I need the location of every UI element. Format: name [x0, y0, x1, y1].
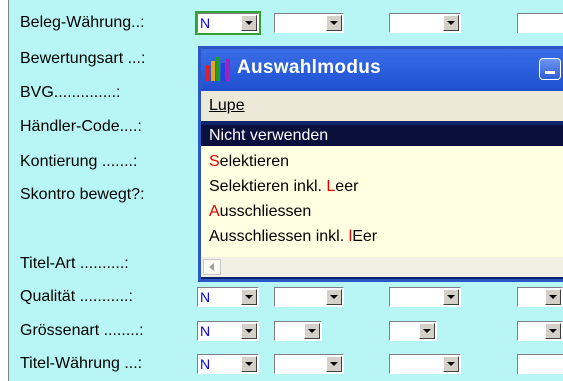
menu-lupe-label: Lupe: [209, 97, 245, 114]
minimize-button[interactable]: [539, 58, 561, 80]
groessenart-combo-3[interactable]: [389, 321, 437, 341]
dropdown-arrow-icon[interactable]: [443, 289, 459, 305]
dropdown-arrow-icon[interactable]: [241, 356, 257, 372]
dropdown-arrow-icon[interactable]: [443, 15, 459, 31]
app-icon: [206, 57, 230, 81]
option-label: elektieren: [219, 153, 290, 170]
titel-waehrung-combo-2[interactable]: [274, 354, 344, 374]
titel-waehrung-combo-3[interactable]: [389, 354, 461, 374]
popup-title: Auswahlmodus: [237, 57, 382, 78]
option-selektieren[interactable]: Selektieren: [201, 151, 563, 172]
titel-waehrung-field-4[interactable]: [517, 354, 563, 374]
dropdown-arrow-icon[interactable]: [241, 289, 257, 305]
option-label-end: Eer: [352, 228, 378, 245]
groessenart-combo-2[interactable]: [274, 321, 322, 341]
label-bvg: BVG..............:: [20, 84, 121, 101]
groessenart-combo-1[interactable]: N: [197, 321, 259, 341]
option-list: Nicht verwenden Selektieren Selektieren …: [201, 125, 563, 257]
option-label: usschliessen: [219, 203, 312, 220]
groessenart-combo-4[interactable]: [517, 321, 563, 341]
scroll-left-icon[interactable]: [203, 259, 221, 275]
dropdown-arrow-icon[interactable]: [241, 15, 257, 31]
qualitaet-combo-1[interactable]: N: [197, 287, 259, 307]
qualitaet-combo-3[interactable]: [389, 287, 461, 307]
dropdown-arrow-icon[interactable]: [326, 289, 342, 305]
option-label-end: eer: [335, 178, 359, 195]
auswahlmodus-popup: Auswahlmodus Lupe Nicht verwenden Selekt…: [198, 46, 563, 282]
dropdown-arrow-icon[interactable]: [326, 356, 342, 372]
combo-value: N: [200, 289, 211, 305]
option-label: Nicht verwenden: [209, 127, 329, 144]
dropdown-arrow-icon[interactable]: [241, 323, 257, 339]
option-hotkey: S: [209, 153, 220, 170]
popup-titlebar[interactable]: Auswahlmodus: [201, 49, 563, 91]
option-label: Ausschliessen inkl.: [209, 228, 349, 245]
option-hotkey: A: [209, 203, 220, 220]
label-titel-art: Titel-Art ..........:: [20, 255, 129, 272]
label-beleg-waehrung: Beleg-Währung..:: [20, 14, 145, 31]
left-frame-edge: [0, 0, 9, 381]
menu-lupe[interactable]: Lupe: [209, 97, 245, 115]
label-bewertungsart: Bewertungsart ...:: [20, 50, 146, 67]
option-selektieren-inkl-leer[interactable]: Selektieren inkl. Leer: [201, 176, 563, 197]
dropdown-arrow-icon[interactable]: [326, 15, 342, 31]
dropdown-arrow-icon[interactable]: [419, 323, 435, 339]
popup-menubar: Lupe: [201, 91, 563, 121]
dropdown-arrow-icon[interactable]: [545, 323, 561, 339]
combo-value: N: [200, 356, 211, 372]
label-haendler-code: Händler-Code....:: [20, 118, 142, 135]
beleg-waehrung-field-4[interactable]: [517, 13, 563, 33]
option-ausschliessen[interactable]: Ausschliessen: [201, 201, 563, 222]
combo-value: N: [200, 323, 211, 339]
dropdown-arrow-icon[interactable]: [443, 356, 459, 372]
option-ausschliessen-inkl-leer[interactable]: Ausschliessen inkl. lEer: [201, 226, 563, 247]
label-skontro: Skontro bewegt?:: [20, 186, 145, 203]
qualitaet-combo-4[interactable]: [517, 287, 563, 307]
titel-waehrung-combo-1[interactable]: N: [197, 354, 259, 374]
label-kontierung: Kontierung .......:: [20, 153, 138, 170]
option-label: Selektieren inkl.: [209, 178, 327, 195]
combo-value: N: [200, 15, 211, 31]
qualitaet-combo-2[interactable]: [274, 287, 344, 307]
option-hotkey: L: [326, 178, 336, 195]
beleg-waehrung-combo-1[interactable]: N: [195, 11, 261, 35]
beleg-waehrung-combo-3[interactable]: [389, 13, 461, 33]
label-qualitaet: Qualität ...........:: [20, 288, 133, 305]
label-titel-waehrung: Titel-Währung ...:: [20, 355, 143, 372]
horizontal-scrollbar[interactable]: [201, 257, 563, 277]
option-nicht-verwenden[interactable]: Nicht verwenden: [201, 125, 563, 146]
label-groessenart: Grössenart ........:: [20, 322, 144, 339]
beleg-waehrung-combo-2[interactable]: [274, 13, 344, 33]
dropdown-arrow-icon[interactable]: [545, 289, 561, 305]
dropdown-arrow-icon[interactable]: [304, 323, 320, 339]
